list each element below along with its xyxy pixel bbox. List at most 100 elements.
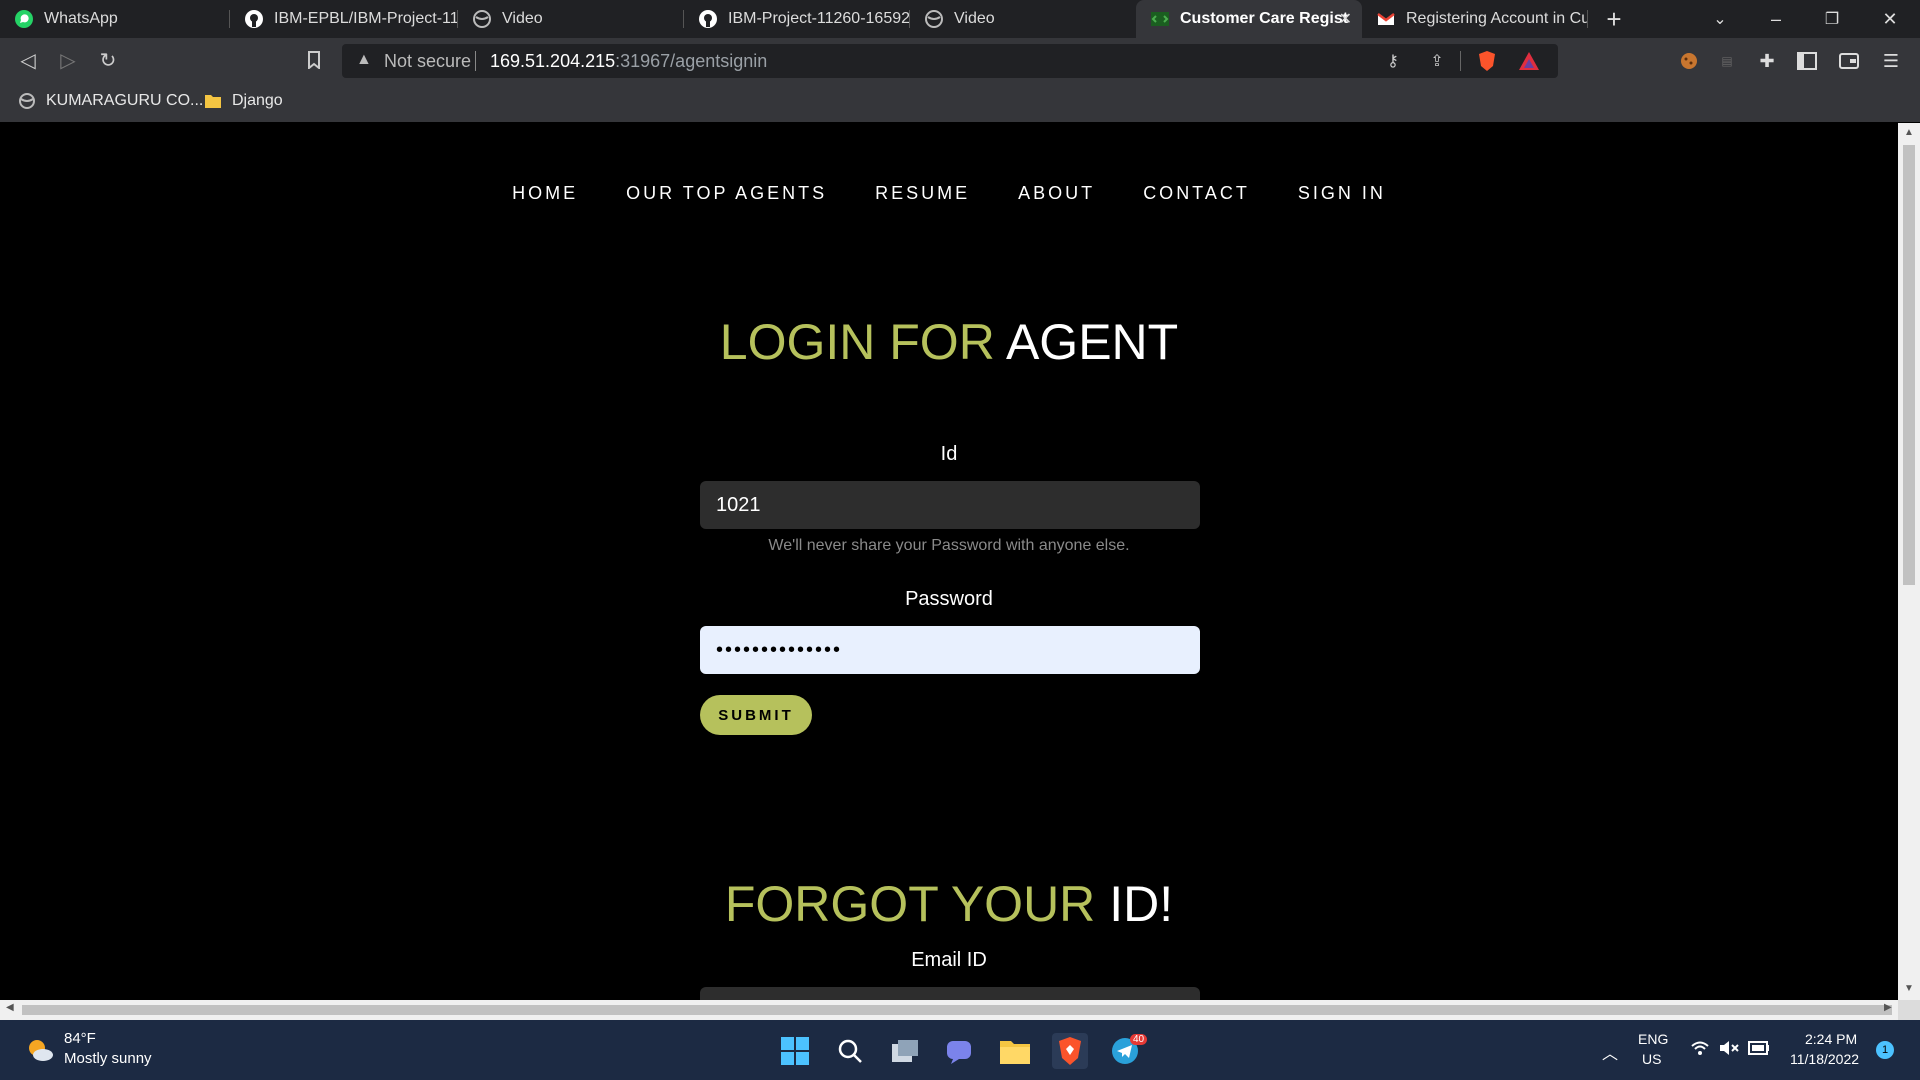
clock-time[interactable]: 2:24 PM: [1805, 1031, 1857, 1047]
email-input[interactable]: [700, 987, 1200, 1000]
bookmark-icon[interactable]: [300, 48, 328, 72]
password-label: Password: [905, 588, 993, 610]
forgot-title-white: ID!: [1109, 876, 1174, 932]
extensions-puzzle-icon[interactable]: ✚: [1754, 48, 1780, 74]
password-hint: We'll never share your Password with any…: [768, 537, 1130, 554]
whatsapp-icon: [14, 9, 34, 29]
github-icon: [698, 9, 718, 29]
tab-github-1[interactable]: IBM-EPBL/IBM-Project-112: [230, 0, 458, 38]
language-bottom[interactable]: US: [1642, 1051, 1661, 1067]
tab-customer-care[interactable]: Customer Care Registr ✕: [1136, 0, 1362, 38]
password-input[interactable]: [700, 626, 1200, 674]
share-icon[interactable]: ⇪: [1426, 50, 1448, 72]
site-nav: HOME OUR TOP AGENTS RESUME ABOUT CONTACT…: [0, 183, 1898, 204]
nav-sign-in[interactable]: SIGN IN: [1298, 183, 1386, 204]
globe-icon: [924, 9, 944, 29]
horizontal-scroll-thumb[interactable]: [22, 1005, 1892, 1015]
wallet-icon[interactable]: [1836, 48, 1862, 74]
tab-title: IBM-EPBL/IBM-Project-112: [274, 10, 458, 27]
gmail-icon: [1376, 9, 1396, 29]
folder-icon: [204, 92, 222, 110]
bookmark-label: Django: [232, 92, 283, 109]
tab-title: Video: [502, 10, 543, 27]
nav-home[interactable]: HOME: [512, 183, 578, 204]
id-input[interactable]: [700, 481, 1200, 529]
login-title-white: AGENT: [1005, 314, 1179, 370]
restore-button[interactable]: ❐: [1804, 0, 1860, 38]
weather-icon[interactable]: [22, 1032, 58, 1068]
reload-icon[interactable]: ↻: [94, 48, 122, 72]
tab-title: WhatsApp: [44, 10, 118, 27]
id-label: Id: [940, 443, 958, 465]
url-path: :31967/agentsignin: [615, 51, 768, 71]
warning-icon: ▲: [356, 51, 372, 68]
omnibox-divider: [1460, 51, 1461, 71]
tab-search-chevron-icon[interactable]: ⌄: [1692, 0, 1748, 38]
address-divider: [475, 51, 476, 71]
search-icon[interactable]: [832, 1033, 868, 1069]
address-bar[interactable]: ▲ Not secure 169.51.204.215:31967/agents…: [342, 44, 1558, 78]
show-hidden-icons-chevron[interactable]: ︿: [1602, 1040, 1618, 1064]
url-host: 169.51.204.215: [490, 51, 616, 71]
scrollbar-corner: [1898, 1000, 1920, 1020]
web-page: HOME OUR TOP AGENTS RESUME ABOUT CONTACT…: [0, 123, 1898, 1000]
nav-top-agents[interactable]: OUR TOP AGENTS: [626, 183, 827, 204]
bookmark-django[interactable]: Django: [204, 90, 283, 112]
tab-github-2[interactable]: IBM-Project-11260-165928: [684, 0, 910, 38]
tab-strip: WhatsApp IBM-EPBL/IBM-Project-112 Video …: [0, 0, 1920, 38]
telegram-badge: 40: [1130, 1034, 1148, 1045]
file-explorer-icon[interactable]: [997, 1033, 1033, 1069]
close-window-button[interactable]: ✕: [1862, 0, 1918, 38]
email-label: Email ID: [911, 949, 987, 971]
back-icon[interactable]: ◁: [14, 48, 42, 72]
tab-gmail[interactable]: Registering Account in Cus: [1362, 0, 1588, 38]
login-title: LOGIN FOR AGENT: [0, 313, 1898, 371]
tab-video-2[interactable]: Video: [910, 0, 1136, 38]
tab-title: Video: [954, 10, 995, 27]
nav-contact[interactable]: CONTACT: [1143, 183, 1250, 204]
scroll-up-arrow[interactable]: ▲: [1903, 127, 1915, 138]
bookmark-kumaraguru[interactable]: KUMARAGURU CO...: [18, 90, 203, 112]
code-icon: [1150, 9, 1170, 29]
nav-resume[interactable]: RESUME: [875, 183, 970, 204]
volume-muted-icon[interactable]: [1718, 1040, 1740, 1061]
task-view-icon[interactable]: [887, 1033, 923, 1069]
key-icon[interactable]: ⚷: [1382, 50, 1404, 72]
brave-shields-icon[interactable]: [1476, 50, 1498, 72]
language-top[interactable]: ENG: [1638, 1031, 1668, 1047]
globe-icon: [18, 92, 36, 110]
forward-icon[interactable]: ▷: [54, 48, 82, 72]
scroll-down-arrow[interactable]: ▼: [1903, 983, 1915, 994]
menu-icon[interactable]: ☰: [1878, 48, 1904, 74]
new-tab-button[interactable]: +: [1586, 0, 1642, 38]
wifi-icon[interactable]: [1690, 1040, 1710, 1061]
close-tab-icon[interactable]: ✕: [1339, 9, 1352, 29]
login-title-accent: LOGIN FOR: [719, 314, 995, 370]
nav-about[interactable]: ABOUT: [1018, 183, 1095, 204]
tab-video-1[interactable]: Video: [458, 0, 684, 38]
security-status[interactable]: Not secure: [384, 51, 471, 72]
horizontal-scrollbar[interactable]: ◀ ▶: [0, 1000, 1898, 1020]
sidebar-toggle-icon[interactable]: [1794, 48, 1820, 74]
globe-icon: [472, 9, 492, 29]
brave-rewards-icon[interactable]: [1518, 50, 1540, 72]
minimize-button[interactable]: –: [1748, 0, 1804, 38]
battery-icon[interactable]: [1748, 1041, 1770, 1060]
vertical-scroll-thumb[interactable]: [1903, 145, 1915, 585]
vertical-scrollbar[interactable]: ▲ ▼: [1898, 123, 1920, 1000]
disabled-extension-icon[interactable]: ▤: [1714, 48, 1740, 74]
clock-date[interactable]: 11/18/2022: [1790, 1051, 1859, 1067]
notification-badge[interactable]: 1: [1876, 1041, 1894, 1059]
forgot-title-accent: FORGOT YOUR: [724, 876, 1096, 932]
github-icon: [244, 9, 264, 29]
brave-browser-icon[interactable]: [1052, 1033, 1088, 1069]
submit-button[interactable]: SUBMIT: [700, 695, 812, 735]
scroll-left-arrow[interactable]: ◀: [6, 1002, 14, 1013]
scroll-right-arrow[interactable]: ▶: [1884, 1002, 1892, 1013]
cookie-extension-icon[interactable]: [1676, 48, 1702, 74]
tab-whatsapp[interactable]: WhatsApp: [0, 0, 230, 38]
teams-chat-icon[interactable]: [942, 1033, 978, 1069]
windows-start-icon[interactable]: [777, 1033, 813, 1069]
weather-description: Mostly sunny: [64, 1050, 152, 1067]
url-text[interactable]: 169.51.204.215:31967/agentsignin: [490, 51, 767, 72]
